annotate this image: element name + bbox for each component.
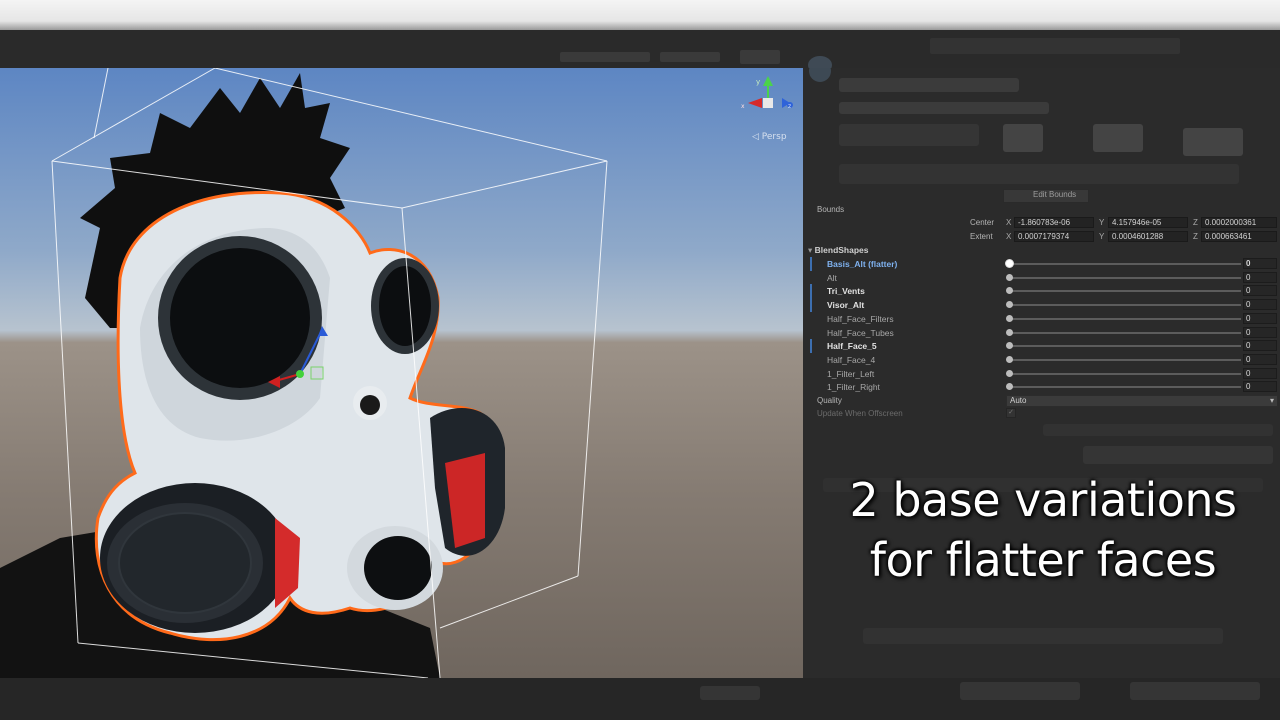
blendshape-value-field[interactable]: 0: [1243, 326, 1277, 338]
blendshape-slider-thumb[interactable]: [1006, 301, 1013, 309]
override-indicator: [810, 284, 812, 299]
blendshape-name: Half_Face_Tubes: [827, 327, 894, 338]
blendshape-name: 1_Filter_Left: [827, 368, 875, 379]
scene-render: y z x: [0, 68, 793, 678]
quality-dropdown[interactable]: Auto ▾: [1006, 395, 1278, 407]
blendshape-slider-thumb[interactable]: [1006, 342, 1013, 350]
blendshape-slider-thumb[interactable]: [1006, 260, 1013, 267]
blendshape-row[interactable]: Half_Face_5 0: [803, 339, 1280, 354]
svg-text:y: y: [756, 78, 760, 86]
blendshape-row[interactable]: Half_Face_Tubes 0: [803, 326, 1280, 340]
extent-z-axis: Z: [1193, 232, 1198, 241]
caption-line-1: 2 base variations: [849, 473, 1237, 527]
extent-label: Extent: [970, 232, 993, 241]
dropdown-arrow-icon: ▾: [1269, 396, 1274, 405]
blendshape-slider-thumb[interactable]: [1006, 383, 1013, 391]
blendshape-row[interactable]: Visor_Alt 0: [803, 298, 1280, 313]
blendshape-name: Half_Face_Filters: [827, 313, 894, 324]
center-y-field[interactable]: 4.157946e-05: [1108, 217, 1188, 228]
center-label: Center: [970, 218, 995, 227]
blendshape-slider-track[interactable]: [1009, 372, 1241, 375]
update-offscreen-label: Update When Offscreen: [817, 409, 903, 418]
override-indicator: [810, 339, 812, 354]
extent-y-axis: Y: [1099, 232, 1105, 241]
blendshapes-foldout[interactable]: ▾ BlendShapes: [808, 245, 869, 256]
blendshape-value-field[interactable]: 0: [1243, 285, 1277, 297]
extent-y-field[interactable]: 0.0004601288: [1108, 231, 1188, 242]
top-strip: [0, 0, 1280, 30]
center-z-axis: Z: [1193, 218, 1198, 227]
blendshape-value-field[interactable]: 0: [1243, 312, 1277, 324]
blendshape-slider-track[interactable]: [1009, 263, 1241, 265]
blendshape-value-field[interactable]: 0: [1243, 258, 1277, 269]
blendshape-slider-track[interactable]: [1009, 331, 1241, 334]
scene-orientation-gizmo-icon: y z x: [741, 76, 793, 110]
extent-x-field[interactable]: 0.0007179374: [1014, 231, 1094, 242]
blendshape-name: Half_Face_5: [827, 341, 877, 352]
extent-z-field[interactable]: 0.000663461: [1201, 231, 1277, 242]
center-x-field[interactable]: -1.860783e-06: [1014, 217, 1094, 228]
blendshape-slider-thumb[interactable]: [1006, 355, 1013, 363]
blendshape-row[interactable]: 1_Filter_Left 0: [803, 367, 1280, 381]
blendshape-value-field[interactable]: 0: [1243, 367, 1277, 379]
blendshape-name: Visor_Alt: [827, 300, 865, 311]
blendshape-slider-track[interactable]: [1009, 358, 1241, 361]
blendshape-row[interactable]: Alt 0: [803, 271, 1280, 285]
blendshapes-header: BlendShapes: [814, 245, 869, 255]
center-x-axis: X: [1006, 218, 1012, 227]
svg-text:z: z: [788, 103, 791, 110]
blendshape-slider-thumb[interactable]: [1006, 328, 1013, 336]
blendshape-value-field[interactable]: 0: [1243, 381, 1277, 393]
extent-x-axis: X: [1006, 232, 1012, 241]
caption-line-2: for flatter faces: [869, 533, 1217, 587]
blendshape-slider-track[interactable]: [1009, 304, 1241, 307]
blendshape-value-field[interactable]: 0: [1243, 299, 1277, 311]
blendshape-row[interactable]: Tri_Vents 0: [803, 284, 1280, 299]
override-indicator: [810, 298, 812, 313]
blendshape-row[interactable]: Basis_Alt (flatter) 0: [803, 257, 1280, 271]
caption-overlay: 2 base variations for flatter faces: [806, 470, 1280, 590]
blendshape-slider-track[interactable]: [1009, 276, 1241, 279]
scene-toolbar: [0, 30, 1280, 74]
update-offscreen-checkbox[interactable]: ✓: [1006, 408, 1016, 418]
blendshape-name: 1_Filter_Right: [827, 382, 880, 393]
blendshape-row[interactable]: 1_Filter_Right 0: [803, 380, 1280, 394]
blendshape-slider-track[interactable]: [1009, 290, 1241, 293]
center-y-axis: Y: [1099, 218, 1105, 227]
blendshape-slider-thumb[interactable]: [1006, 273, 1013, 281]
edit-bounds-button[interactable]: Edit Bounds: [1003, 189, 1089, 203]
blendshape-row[interactable]: Half_Face_4 0: [803, 353, 1280, 367]
blendshape-slider-track[interactable]: [1009, 345, 1241, 348]
quality-label: Quality: [817, 396, 842, 405]
blendshape-slider-thumb[interactable]: [1006, 314, 1013, 322]
blendshape-slider-track[interactable]: [1009, 317, 1241, 320]
svg-text:x: x: [741, 103, 745, 110]
blendshape-row[interactable]: Half_Face_Filters 0: [803, 312, 1280, 326]
blendshape-slider-thumb[interactable]: [1006, 369, 1013, 377]
blendshape-value-field[interactable]: 0: [1243, 353, 1277, 365]
center-z-field[interactable]: 0.0002000361: [1201, 217, 1277, 228]
blendshape-slider-thumb[interactable]: [1006, 287, 1013, 295]
blendshape-value-field[interactable]: 0: [1243, 340, 1277, 352]
blendshape-name: Half_Face_4: [827, 354, 876, 365]
blendshape-value-field[interactable]: 0: [1243, 271, 1277, 283]
bounds-label: Bounds: [817, 205, 845, 214]
blendshape-name: Alt: [827, 272, 837, 283]
override-indicator: [810, 257, 812, 271]
edit-bounds-label: Edit Bounds: [1033, 190, 1077, 199]
quality-value: Auto: [1010, 396, 1027, 405]
bottom-bar: [0, 678, 1280, 720]
scene-viewport[interactable]: y z x ◁ Persp: [0, 68, 803, 678]
foldout-arrow-icon: ▾: [808, 245, 813, 255]
camera-mode-label[interactable]: ◁ Persp: [752, 132, 787, 142]
blendshape-name: Basis_Alt (flatter): [827, 259, 898, 269]
blendshape-name: Tri_Vents: [827, 286, 865, 297]
blendshape-slider-track[interactable]: [1009, 386, 1241, 389]
